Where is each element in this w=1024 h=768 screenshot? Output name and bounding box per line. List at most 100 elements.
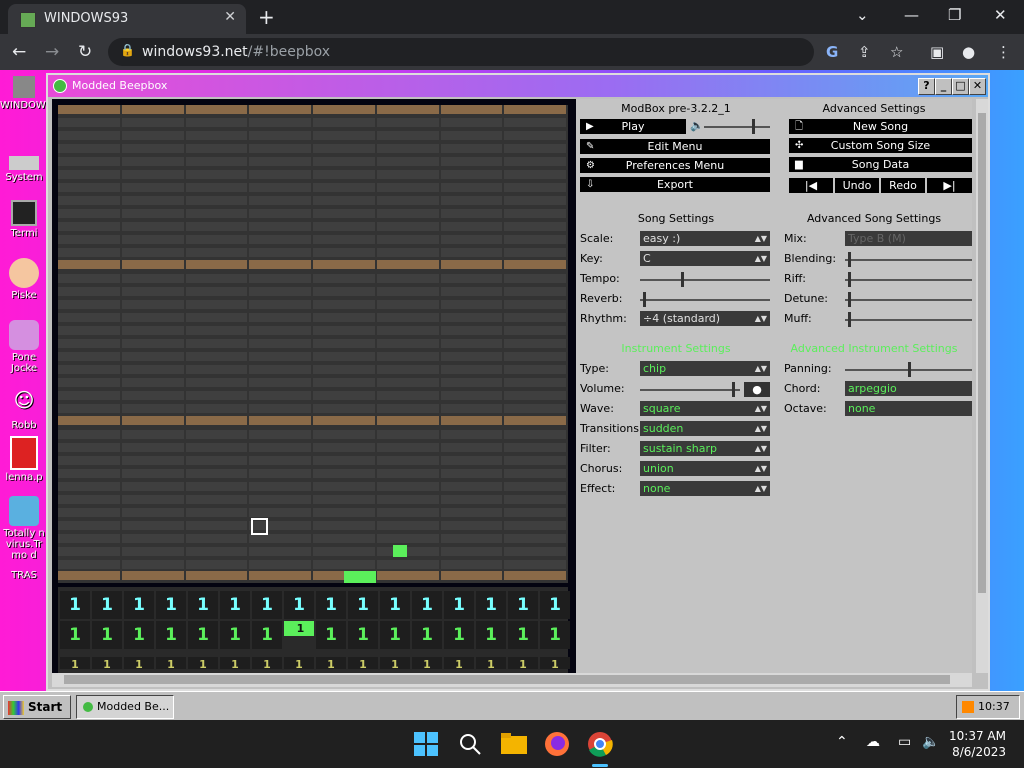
song-data-button[interactable]: ▆ Song Data (789, 157, 972, 172)
pattern-cell[interactable]: 1 (476, 657, 506, 669)
pattern-cell[interactable]: 1 (380, 591, 410, 619)
browser-tab[interactable]: WINDOWS93 ✕ (8, 4, 246, 34)
restore-icon[interactable]: ❐ (948, 6, 961, 24)
edit-menu-button[interactable]: ✎ Edit Menu (580, 139, 770, 154)
effect-select[interactable]: none ▲▼ (640, 481, 770, 496)
pattern-cell[interactable]: 1 (348, 621, 378, 649)
scale-select[interactable]: easy :) ▲▼ (640, 231, 770, 246)
address-field[interactable]: 🔒 windows93.net/#!beepbox (108, 38, 814, 66)
pattern-cell[interactable]: 1 (540, 657, 570, 669)
minimize-button[interactable]: _ (935, 78, 952, 95)
pattern-cell[interactable]: 1 (316, 591, 346, 619)
pattern-cell[interactable]: 1 (252, 621, 282, 649)
blending-slider[interactable] (845, 252, 972, 267)
pattern-cell[interactable]: 1 (124, 657, 154, 669)
pattern-cell[interactable]: 1 (60, 621, 90, 649)
pattern-cell[interactable]: 1 (92, 591, 122, 619)
window-titlebar[interactable]: Modded Beepbox ? _ □ ✕ (48, 75, 988, 97)
chord-select[interactable]: arpeggio (845, 381, 972, 396)
pattern-cell[interactable]: 1 (348, 591, 378, 619)
pattern-cell[interactable]: 1 (508, 591, 538, 619)
pattern-cell[interactable]: 1 (188, 591, 218, 619)
pattern-cell[interactable]: 1 (188, 657, 218, 669)
speaker-volume-icon[interactable]: 🔈 (922, 734, 939, 750)
pattern-cell[interactable]: 1 (284, 621, 314, 636)
firefox-icon[interactable] (543, 730, 571, 758)
desktop-icon-robby[interactable]: ☺ Robb (0, 388, 48, 431)
pattern-cell[interactable]: 1 (220, 591, 250, 619)
play-button[interactable]: ▶ Play (580, 119, 686, 134)
vertical-scrollbar[interactable] (976, 99, 988, 673)
close-window-icon[interactable]: ✕ (994, 6, 1007, 24)
pattern-cell[interactable]: 1 (412, 621, 442, 649)
pattern-cell[interactable]: 1 (348, 657, 378, 669)
key-select[interactable]: C ▲▼ (640, 251, 770, 266)
maximize-button[interactable]: □ (952, 78, 969, 95)
pattern-cell[interactable]: 1 (508, 657, 538, 669)
panning-slider[interactable] (845, 362, 972, 377)
pattern-cell[interactable]: 1 (252, 591, 282, 619)
pattern-cell[interactable]: 1 (284, 657, 314, 669)
riff-slider[interactable] (845, 272, 972, 287)
system-clock[interactable]: 10:37 AM 8/6/2023 (949, 728, 1006, 760)
pattern-cell[interactable]: 1 (412, 591, 442, 619)
pattern-cell[interactable]: 1 (252, 657, 282, 669)
pattern-cell[interactable]: 1 (220, 657, 250, 669)
windows-start-icon[interactable] (412, 730, 440, 758)
note-block[interactable] (344, 571, 376, 583)
pattern-cell[interactable]: 1 (444, 591, 474, 619)
pattern-cell[interactable]: 1 (156, 657, 186, 669)
pattern-cell[interactable]: 1 (156, 591, 186, 619)
profile-icon[interactable]: ● (962, 43, 975, 61)
side-panel-icon[interactable]: ▣ (930, 43, 944, 61)
wave-select[interactable]: square ▲▼ (640, 401, 770, 416)
horizontal-scrollbar[interactable] (52, 673, 972, 687)
pattern-cell[interactable]: 1 (156, 621, 186, 649)
pattern-cell[interactable]: 1 (412, 657, 442, 669)
reload-icon[interactable]: ↻ (78, 42, 92, 62)
back-icon[interactable]: ← (12, 42, 26, 62)
pattern-cell[interactable]: 1 (60, 657, 90, 669)
win93-tray-clock[interactable]: 10:37 (956, 695, 1020, 719)
pattern-cell[interactable]: 1 (284, 591, 314, 619)
pattern-cell[interactable]: 1 (188, 621, 218, 649)
menu-kebab-icon[interactable]: ⋮ (996, 43, 1011, 61)
pattern-cell[interactable]: 1 (92, 657, 122, 669)
chevron-up-icon[interactable]: ⌃ (836, 734, 848, 750)
skip-end-button[interactable]: ▶| (927, 178, 972, 193)
chrome-icon[interactable] (586, 730, 614, 758)
forward-icon[interactable]: → (45, 42, 59, 62)
note-editor-grid[interactable] (58, 105, 568, 583)
close-tab-icon[interactable]: ✕ (224, 9, 236, 25)
help-button[interactable]: ? (918, 78, 935, 95)
pattern-sequencer[interactable]: 1111111111111111111111111111111111111111… (58, 587, 570, 673)
new-song-button[interactable]: 🗋 New Song (789, 119, 972, 134)
pattern-cell[interactable]: 1 (220, 621, 250, 649)
volume-options-button[interactable]: ● (744, 382, 770, 397)
minimize-icon[interactable]: — (904, 6, 919, 24)
rhythm-select[interactable]: ÷4 (standard) ▲▼ (640, 311, 770, 326)
search-icon[interactable] (456, 730, 484, 758)
start-button[interactable]: Start (3, 695, 71, 719)
desktop-icon-trash[interactable]: TRAS (0, 570, 48, 581)
custom-song-size-button[interactable]: ✣ Custom Song Size (789, 138, 972, 153)
pattern-cell[interactable]: 1 (316, 621, 346, 649)
network-icon[interactable]: ▭ (898, 734, 911, 750)
new-tab-button[interactable]: + (258, 5, 275, 29)
mix-select[interactable]: Type B (M) (845, 231, 972, 246)
close-button[interactable]: ✕ (969, 78, 986, 95)
pattern-cell[interactable]: 1 (316, 657, 346, 669)
tempo-slider[interactable] (640, 272, 770, 287)
instrument-type-select[interactable]: chip ▲▼ (640, 361, 770, 376)
pattern-cell[interactable]: 1 (124, 591, 154, 619)
pattern-cell[interactable]: 1 (380, 621, 410, 649)
preferences-menu-button[interactable]: ⚙ Preferences Menu (580, 158, 770, 173)
pattern-cell[interactable]: 1 (508, 621, 538, 649)
redo-button[interactable]: Redo (881, 178, 925, 193)
cloud-offline-icon[interactable]: ☁ (866, 734, 880, 750)
share-icon[interactable]: ⇪ (858, 43, 871, 61)
desktop-icon-pony[interactable]: Pone Jocke (0, 320, 48, 374)
octave-select[interactable]: none (845, 401, 972, 416)
filter-select[interactable]: sustain sharp ▲▼ (640, 441, 770, 456)
desktop-icon-virus[interactable]: Totally n virus.Tr mo d (0, 496, 48, 561)
